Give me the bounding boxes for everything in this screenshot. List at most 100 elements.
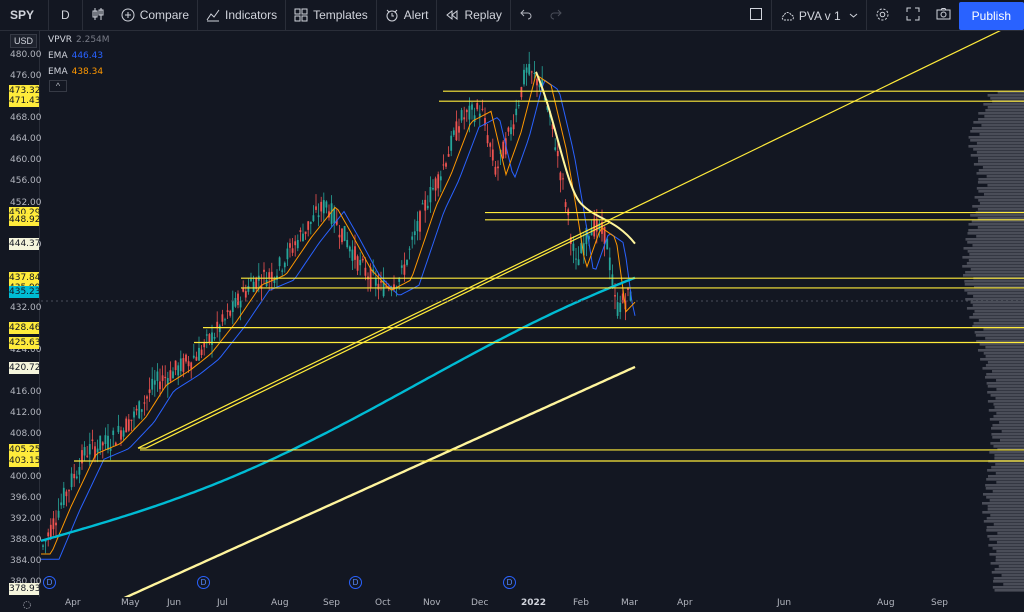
volume-profile-bar <box>989 538 1024 541</box>
legend-collapse-button[interactable]: ^ <box>49 80 67 92</box>
volume-profile-bar <box>987 94 1024 97</box>
dividend-marker[interactable]: D <box>197 576 210 589</box>
redo-button[interactable] <box>541 0 571 31</box>
volume-profile-bar <box>987 508 1024 511</box>
candle-body <box>208 334 211 343</box>
volume-profile-bar <box>986 526 1024 529</box>
volume-profile-bar <box>979 202 1024 205</box>
currency-badge[interactable]: USD <box>10 34 38 48</box>
time-axis[interactable]: Apr May Jun Jul Aug Sep Oct Nov Dec 2022 Feb Mar Apr… <box>41 594 1024 612</box>
candle-body <box>78 467 81 475</box>
candle-body <box>341 228 343 243</box>
volume-profile-bar <box>987 385 1024 388</box>
volume-profile-bar <box>966 307 1024 310</box>
volume-profile-bar <box>991 433 1024 436</box>
candle-body <box>192 355 195 358</box>
volume-profile-bar <box>991 571 1024 574</box>
candle-body <box>125 418 128 433</box>
dividend-marker[interactable]: D <box>503 576 516 589</box>
volume-profile-bar <box>986 529 1024 532</box>
layout-toggle-button[interactable] <box>741 0 771 31</box>
layout-select[interactable]: PVA v 1 <box>772 0 866 31</box>
candle-body <box>65 491 68 497</box>
legend-vpvr[interactable]: VPVR 2.254M <box>48 32 110 48</box>
candle-body <box>239 301 242 308</box>
chart-type-button[interactable] <box>83 0 113 31</box>
volume-profile-bar <box>970 154 1024 157</box>
volume-profile-bar <box>988 544 1024 547</box>
compare-button[interactable]: Compare <box>113 0 197 31</box>
volume-profile-bar <box>986 373 1024 376</box>
price-tick-label: 416.00 <box>10 387 42 398</box>
time-tick-label: Oct <box>375 598 391 608</box>
time-tick-label: Jul <box>217 598 228 608</box>
time-tick-label: Aug <box>271 598 289 608</box>
candle-body <box>101 442 104 446</box>
time-tick-label: Nov <box>423 598 441 608</box>
settings-button[interactable] <box>867 0 898 31</box>
symbol-search[interactable]: SPY <box>0 0 48 31</box>
candle-body <box>465 109 468 113</box>
volume-profile-bar <box>976 172 1024 175</box>
candle-body <box>486 135 489 144</box>
volume-profile-bar <box>993 415 1024 418</box>
legend-value: 446.43 <box>71 51 104 61</box>
volume-profile-bar <box>978 118 1024 121</box>
volume-profile-bar <box>973 148 1024 151</box>
legend-ema-blue[interactable]: EMA 446.43 <box>48 48 110 64</box>
undo-button[interactable] <box>511 0 541 31</box>
volume-profile-bar <box>985 364 1024 367</box>
replay-button[interactable]: Replay <box>437 0 509 31</box>
candle-body <box>502 141 505 159</box>
volume-profile-bar <box>978 319 1024 322</box>
candle-body <box>416 221 419 232</box>
volume-profile-bar <box>990 394 1024 397</box>
candle-body <box>369 267 372 288</box>
price-tick-label: 408.00 <box>10 429 42 440</box>
volume-profile-bar <box>980 358 1024 361</box>
candle-body <box>307 221 310 230</box>
candle-body <box>47 532 50 537</box>
candle-body <box>447 154 450 157</box>
templates-icon <box>294 8 308 22</box>
legend-ema-orange[interactable]: EMA 438.34 <box>48 64 110 80</box>
indicators-button[interactable]: Indicators <box>198 0 285 31</box>
volume-profile-bar <box>978 169 1024 172</box>
dividend-marker[interactable]: D <box>43 576 56 589</box>
volume-profile-bar <box>967 250 1024 253</box>
candle-body <box>424 199 427 211</box>
alert-button[interactable]: Alert <box>377 0 437 31</box>
price-axis[interactable]: 480.00 476.00 468.00 464.00 460.00 456.00 452.… <box>0 31 42 597</box>
candle-body <box>523 69 525 85</box>
dividend-marker[interactable]: D <box>349 576 362 589</box>
snapshot-button[interactable] <box>928 0 959 31</box>
candle-body <box>107 435 109 450</box>
time-tick-label: 2022 <box>521 598 547 608</box>
price-level-tag: 428.46 <box>9 321 41 334</box>
legend-value: 2.254M <box>76 35 110 45</box>
templates-button[interactable]: Templates <box>286 0 376 31</box>
price-chart[interactable] <box>41 31 1024 597</box>
volume-profile-bar <box>992 547 1024 550</box>
price-level-tag: 378.93 <box>9 582 41 595</box>
fullscreen-button[interactable] <box>898 0 928 31</box>
volume-profile-bar <box>996 388 1024 391</box>
volume-profile-bar <box>970 130 1024 133</box>
candle-body <box>237 293 239 306</box>
volume-profile-bar <box>989 451 1024 454</box>
candle-body <box>268 272 271 278</box>
volume-profile-bar <box>992 586 1024 589</box>
volume-profile-bar <box>968 223 1024 226</box>
axis-settings-icon[interactable] <box>20 598 34 610</box>
candle-body <box>572 243 575 251</box>
candle-body <box>70 473 73 488</box>
volume-profile-bar <box>996 412 1024 415</box>
volume-profile-bar <box>972 244 1024 247</box>
candle-body <box>96 448 99 453</box>
candle-body <box>455 121 458 141</box>
candle-body <box>559 172 562 181</box>
candle-body <box>338 234 341 238</box>
interval-button[interactable]: D <box>49 0 82 31</box>
candle-body <box>179 358 182 372</box>
publish-button[interactable]: Publish <box>958 1 1024 30</box>
